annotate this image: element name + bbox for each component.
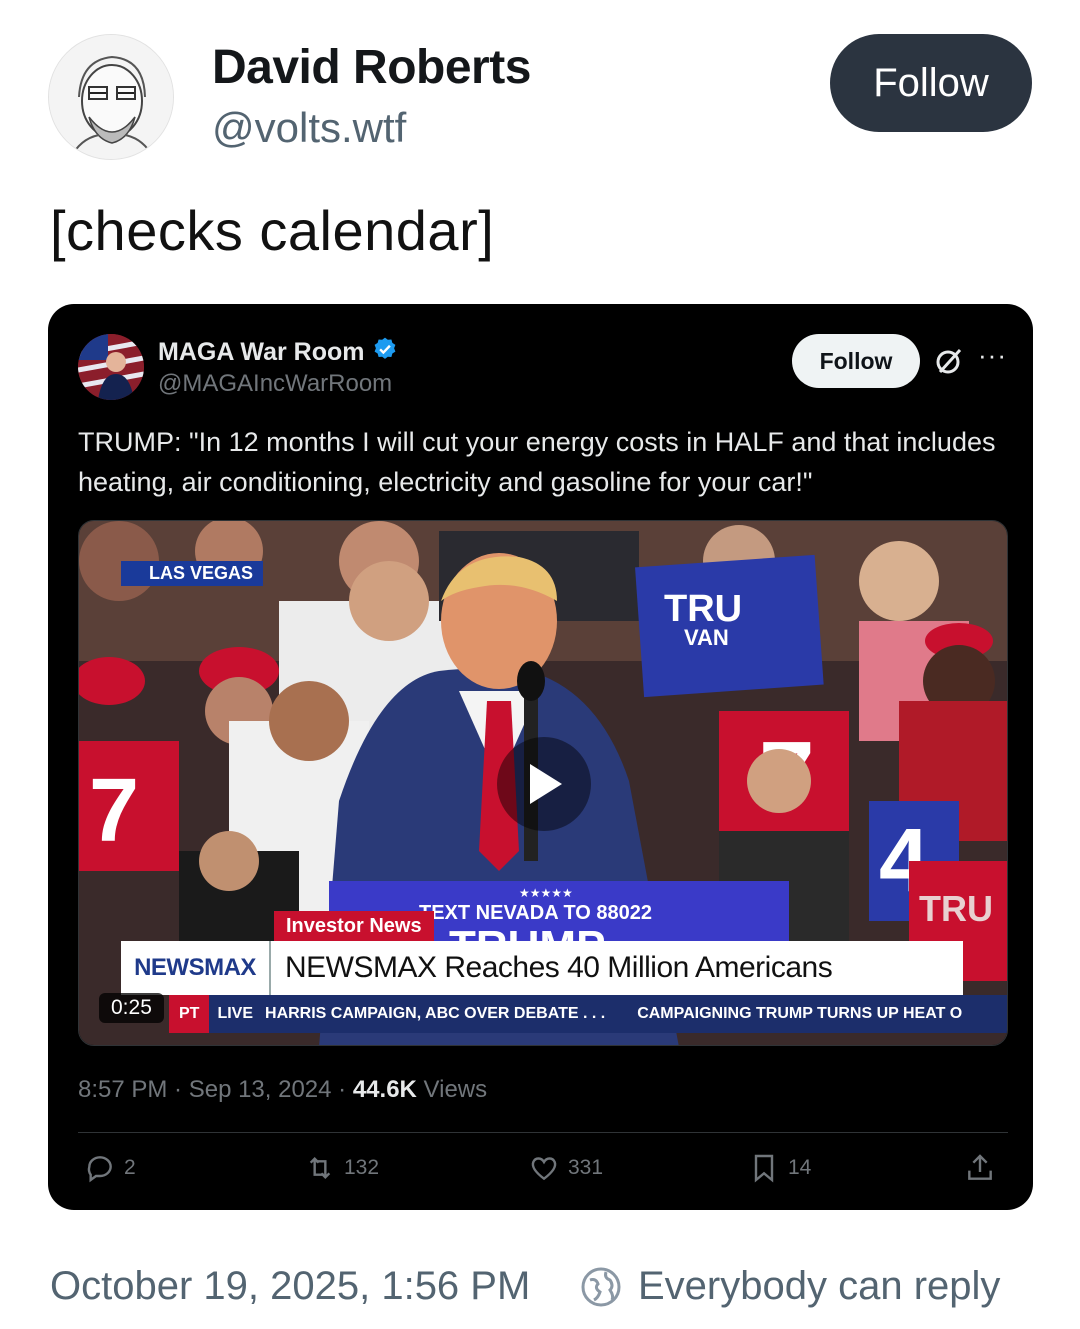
bookmark-button[interactable]: 14 <box>748 1152 811 1184</box>
views-count: 44.6K <box>352 1076 417 1103</box>
svg-text:TRU: TRU <box>919 888 993 929</box>
heart-icon <box>531 1157 557 1181</box>
ticker-headline-1: HARRIS CAMPAIGN, ABC OVER DEBATE . . . <box>265 1005 606 1022</box>
globe-icon <box>580 1266 622 1308</box>
video-duration: 0:25 <box>99 993 164 1023</box>
investor-news-tag: Investor News <box>274 911 434 942</box>
post-meta: 8:57 PM · Sep 13, 2024 · 44.6K Views <box>78 1076 487 1104</box>
reply-button[interactable]: 2 <box>84 1152 136 1184</box>
svg-text:7: 7 <box>89 761 139 861</box>
reply-setting[interactable]: Everybody can reply <box>638 1264 1000 1309</box>
more-options-icon[interactable]: ··· <box>978 340 1007 371</box>
action-bar: 2 132 331 14 <box>78 1152 1008 1192</box>
views-label: Views <box>416 1076 488 1103</box>
author-handle[interactable]: @volts.wtf <box>212 104 406 152</box>
verified-badge-icon <box>372 336 398 369</box>
grok-icon[interactable] <box>932 344 966 378</box>
reply-icon <box>87 1156 112 1183</box>
svg-text:VAN: VAN <box>684 625 729 650</box>
repost-icon <box>309 1156 331 1180</box>
share-button[interactable] <box>964 1152 996 1184</box>
news-ticker: PT LIVE HARRIS CAMPAIGN, ABC OVER DEBATE… <box>169 995 1007 1033</box>
embed-avatar[interactable] <box>78 334 144 400</box>
like-button[interactable]: 331 <box>528 1152 603 1184</box>
play-button[interactable] <box>497 737 591 831</box>
reply-count: 2 <box>124 1156 136 1179</box>
bookmark-icon <box>754 1154 774 1183</box>
divider <box>78 1132 1008 1133</box>
embed-handle[interactable]: @MAGAIncWarRoom <box>158 370 392 398</box>
svg-text:TRU: TRU <box>664 588 742 630</box>
follow-button[interactable]: Follow <box>830 34 1032 132</box>
repost-count: 132 <box>344 1156 380 1179</box>
svg-text:★★★★★: ★★★★★ <box>519 886 573 900</box>
svg-text:TEXT NEVADA TO 88022: TEXT NEVADA TO 88022 <box>419 902 652 924</box>
ticker-pt: PT <box>169 995 210 1033</box>
newsmax-logo: NEWSMAX <box>121 941 271 995</box>
embed-follow-button[interactable]: Follow <box>792 334 920 388</box>
bookmark-count: 14 <box>788 1156 812 1179</box>
author-avatar[interactable] <box>48 34 174 160</box>
ticker-live: LIVE <box>217 1005 254 1022</box>
post-date[interactable]: October 19, 2025, 1:56 PM <box>50 1264 530 1309</box>
embed-name[interactable]: MAGA War Room <box>158 338 364 367</box>
share-icon <box>968 1154 992 1180</box>
news-chyron: NEWSMAX NEWSMAX Reaches 40 Million Ameri… <box>121 941 963 995</box>
embedded-post[interactable]: MAGA War Room @MAGAIncWarRoom Follow ···… <box>48 304 1033 1210</box>
embed-name-row[interactable]: MAGA War Room <box>158 336 398 369</box>
embed-text: TRUMP: "In 12 months I will cut your ene… <box>78 427 996 497</box>
ticker-headline-2: CAMPAIGNING TRUMP TURNS UP HEAT O <box>637 1005 963 1022</box>
like-count: 331 <box>568 1156 604 1179</box>
location-tag: LAS VEGAS <box>121 561 264 586</box>
post-text: [checks calendar] <box>50 199 495 262</box>
play-icon <box>530 764 562 804</box>
video-player[interactable]: 7 TRU VAN 7 4 TRU <box>78 520 1008 1046</box>
author-name[interactable]: David Roberts <box>212 40 531 95</box>
chyron-text: NEWSMAX Reaches 40 Million Americans <box>285 951 833 984</box>
repost-button[interactable]: 132 <box>304 1152 379 1184</box>
post-timestamp[interactable]: 8:57 PM · Sep 13, 2024 · <box>78 1076 353 1103</box>
